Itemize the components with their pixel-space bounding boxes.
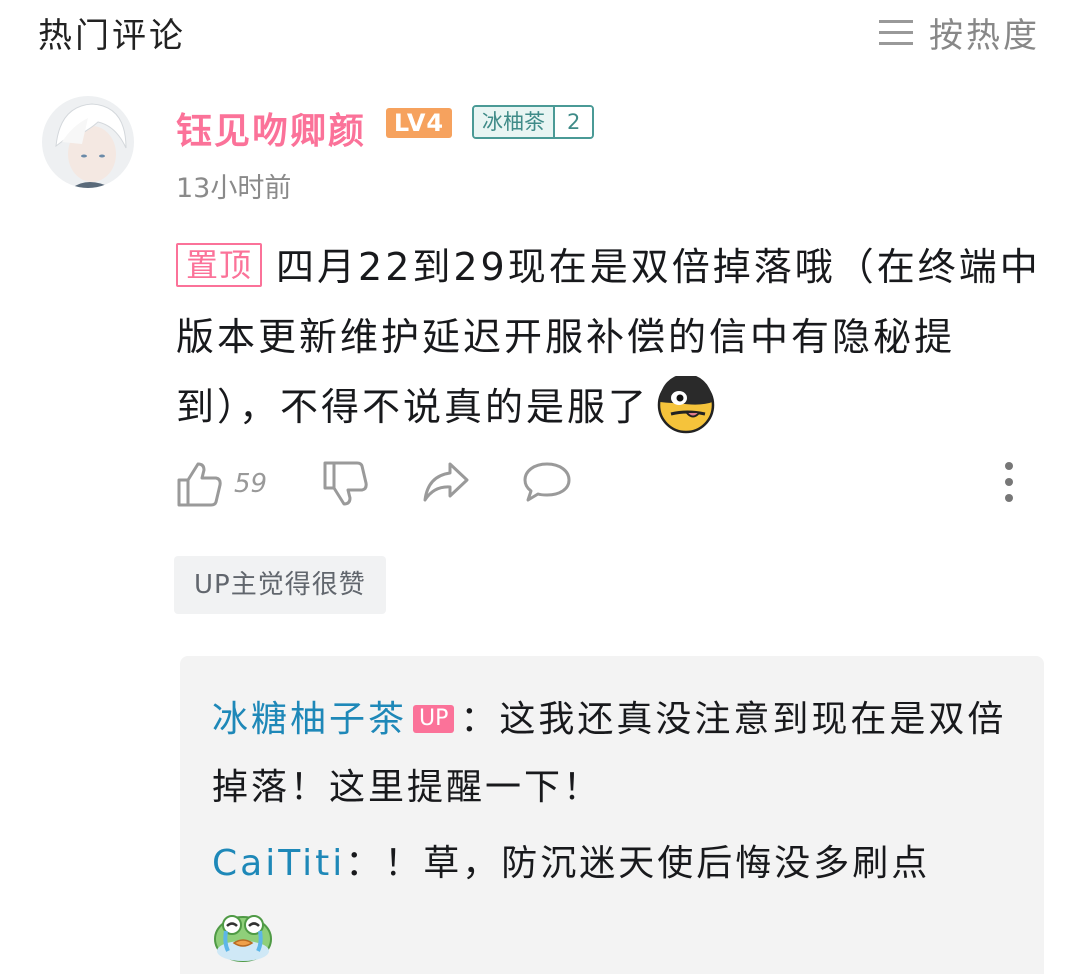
thumbs-down-icon <box>323 461 368 506</box>
avatar[interactable] <box>42 96 134 188</box>
comment-body: 置顶 四月22到29现在是双倍掉落哦（在终端中版本更新维护延迟开服补偿的信中有隐秘… <box>176 232 1046 456</box>
comment-action-bar: 59 <box>176 460 1036 516</box>
pinned-badge: 置顶 <box>176 243 263 287</box>
up-badge: UP <box>413 705 455 733</box>
dislike-button[interactable] <box>322 460 368 508</box>
like-count: 59 <box>234 469 268 499</box>
sort-by-hot-button[interactable]: 按热度 <box>879 8 1040 57</box>
crying-frog-emoji <box>212 907 274 974</box>
reply-item[interactable]: CaiTiti：！草，防沉迷天使后悔没多刷点 <box>212 830 1012 974</box>
comment-time: 13小时前 <box>176 173 292 204</box>
username[interactable]: 钰见吻卿颜 <box>176 102 366 154</box>
comment-text: 四月22到29现在是双倍掉落哦（在终端中版本更新维护延迟开服补偿的信中有隐秘提到… <box>176 245 1041 429</box>
doge-face-emoji <box>657 373 715 456</box>
fan-medal-badge[interactable]: 冰柚茶 2 <box>472 105 595 139</box>
comment-bubble-icon <box>523 462 571 502</box>
share-arrow-icon <box>423 462 469 502</box>
section-title: 热门评论 <box>38 16 186 56</box>
reply-username[interactable]: 冰糖柚子茶 <box>212 699 407 740</box>
share-button[interactable] <box>422 460 470 504</box>
reply-button[interactable] <box>522 460 572 504</box>
reply-username[interactable]: CaiTiti <box>212 843 345 884</box>
menu-lines-icon <box>879 19 913 45</box>
like-button[interactable]: 59 <box>176 460 267 508</box>
sort-label: 按热度 <box>929 16 1040 56</box>
reply-list[interactable]: 冰糖柚子茶 UP ：这我还真没注意到现在是双倍掉落！这里提醒一下！ CaiTiti：… <box>180 656 1044 974</box>
more-vertical-icon <box>1005 462 1013 502</box>
reply-item[interactable]: 冰糖柚子茶 UP ：这我还真没注意到现在是双倍掉落！这里提醒一下！ <box>212 686 1012 822</box>
level-badge: LV4 <box>386 108 452 138</box>
reply-text: ：！草，防沉迷天使后悔没多刷点 <box>345 843 931 884</box>
more-options-button[interactable] <box>1002 460 1016 504</box>
thumbs-up-icon <box>177 462 222 507</box>
fan-medal-name: 冰柚茶 <box>474 107 555 137</box>
up-liked-tag: UP主觉得很赞 <box>174 556 386 614</box>
fan-medal-level: 2 <box>555 107 593 137</box>
